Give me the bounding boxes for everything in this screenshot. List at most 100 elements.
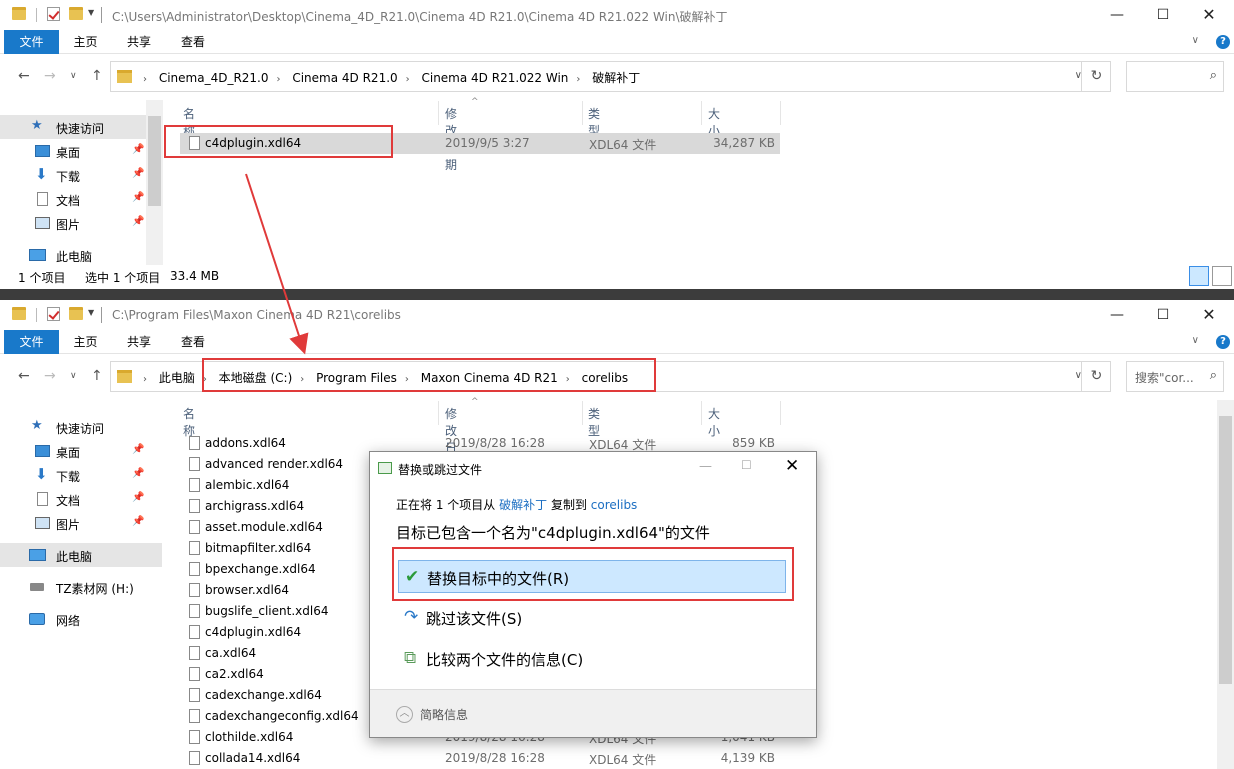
sidebar-item-quick-access[interactable]: ★ 快速访问 — [0, 115, 146, 139]
minimize-button[interactable]: — — [1094, 2, 1140, 28]
up-button[interactable]: ↑ — [91, 68, 103, 84]
destination-folder-link[interactable]: corelibs — [591, 498, 638, 512]
help-icon[interactable]: ? — [1216, 35, 1230, 49]
pin-icon[interactable]: 📌 — [132, 216, 144, 227]
minimize-button[interactable]: — — [1094, 302, 1140, 328]
large-icons-view-button[interactable] — [1212, 266, 1232, 286]
search-input[interactable]: 搜索"cor... ⌕ — [1126, 361, 1224, 392]
scrollbar-thumb[interactable] — [148, 116, 161, 206]
chevron-down-icon[interactable]: ▼ — [88, 308, 94, 317]
sidebar-item-documents[interactable]: 文档 📌 — [0, 487, 146, 511]
navigation-pane: ★ 快速访问 桌面 📌 ⬇ 下载 📌 文档 📌 图片 📌 此电脑 — [0, 400, 162, 769]
chevron-right-icon[interactable]: › — [277, 74, 281, 85]
divider[interactable] — [780, 401, 781, 425]
sidebar-item-label: 图片 — [56, 218, 81, 232]
tab-view[interactable]: 查看 — [167, 330, 219, 354]
details-view-button[interactable] — [1189, 266, 1209, 286]
sidebar-scrollbar[interactable] — [146, 100, 163, 265]
close-button[interactable]: ✕ — [1186, 302, 1232, 328]
sidebar-item-desktop[interactable]: 桌面 📌 — [0, 439, 146, 463]
sidebar-item-quick-access[interactable]: ★ 快速访问 — [0, 415, 146, 439]
sidebar-item-drive-h[interactable]: TZ素材网 (H:) — [0, 575, 146, 599]
recent-locations-button[interactable]: ∨ — [70, 371, 77, 381]
pin-icon[interactable]: 📌 — [132, 168, 144, 179]
sidebar-item-network[interactable]: 网络 — [0, 607, 146, 631]
forward-button[interactable]: → — [44, 368, 56, 384]
expand-ribbon-icon[interactable]: ∨ — [1192, 335, 1199, 346]
help-icon[interactable]: ? — [1216, 335, 1230, 349]
pin-icon[interactable]: 📌 — [132, 516, 144, 527]
breadcrumb-item[interactable]: Cinema 4D R21.0 — [292, 71, 397, 85]
tab-home[interactable]: 主页 — [63, 330, 108, 354]
refresh-button[interactable]: ↻ — [1081, 61, 1111, 92]
up-button[interactable]: ↑ — [91, 368, 103, 384]
new-folder-icon[interactable] — [69, 307, 83, 320]
properties-icon[interactable] — [47, 7, 60, 21]
address-bar[interactable]: › Cinema_4D_R21.0 › Cinema 4D R21.0 › Cine… — [110, 61, 1111, 92]
tab-share[interactable]: 共享 — [113, 30, 165, 54]
back-button[interactable]: ← — [18, 368, 30, 384]
divider[interactable] — [582, 101, 583, 125]
source-folder-link[interactable]: 破解补丁 — [499, 498, 547, 512]
pin-icon[interactable]: 📌 — [132, 468, 144, 479]
chevron-down-icon[interactable]: ▼ — [88, 8, 94, 17]
maximize-button[interactable]: ☐ — [1140, 302, 1186, 328]
divider[interactable] — [438, 401, 439, 425]
sidebar-item-pictures[interactable]: 图片 📌 — [0, 511, 146, 535]
sidebar-item-desktop[interactable]: 桌面 📌 — [0, 139, 146, 163]
pin-icon[interactable]: 📌 — [132, 192, 144, 203]
breadcrumb-item[interactable]: Cinema_4D_R21.0 — [159, 71, 269, 85]
pictures-icon — [35, 517, 50, 529]
tab-home[interactable]: 主页 — [63, 30, 108, 54]
close-button[interactable]: ✕ — [785, 456, 799, 476]
tab-view[interactable]: 查看 — [167, 30, 219, 54]
chevron-right-icon[interactable]: › — [143, 74, 147, 85]
tab-file[interactable]: 文件 — [4, 30, 59, 54]
properties-icon[interactable] — [47, 307, 60, 321]
divider[interactable] — [701, 401, 702, 425]
forward-button[interactable]: → — [44, 68, 56, 84]
sidebar-item-pictures[interactable]: 图片 📌 — [0, 211, 146, 235]
highlight-box-source-file — [164, 125, 393, 158]
chevron-right-icon[interactable]: › — [143, 374, 147, 385]
recent-locations-button[interactable]: ∨ — [70, 71, 77, 81]
chevron-right-icon[interactable]: › — [576, 74, 580, 85]
sidebar-item-label: 桌面 — [56, 446, 81, 460]
search-input[interactable]: ⌕ — [1126, 61, 1224, 92]
expand-ribbon-icon[interactable]: ∨ — [1192, 35, 1199, 46]
file-list-scrollbar[interactable] — [1217, 400, 1234, 769]
breadcrumb-item[interactable]: 此电脑 — [159, 371, 195, 385]
divider[interactable] — [582, 401, 583, 425]
new-folder-icon[interactable] — [69, 7, 83, 20]
pin-icon[interactable]: 📌 — [132, 144, 144, 155]
minimize-button[interactable]: — — [699, 459, 712, 474]
dialog-heading: 目标已包含一个名为"c4dplugin.xdl64"的文件 — [396, 524, 710, 542]
divider — [36, 308, 37, 322]
sidebar-item-downloads[interactable]: ⬇ 下载 📌 — [0, 463, 146, 487]
divider[interactable] — [701, 101, 702, 125]
sidebar-item-this-pc[interactable]: 此电脑 — [0, 543, 162, 567]
fewer-details-link[interactable]: 简略信息 — [420, 706, 468, 723]
tab-share[interactable]: 共享 — [113, 330, 165, 354]
pin-icon[interactable]: 📌 — [132, 444, 144, 455]
divider[interactable] — [438, 101, 439, 125]
divider[interactable] — [780, 101, 781, 125]
table-row[interactable]: collada14.xdl64 2019/8/28 16:28 XDL64 文件 4,… — [180, 748, 780, 769]
breadcrumb-item[interactable]: 破解补丁 — [592, 71, 640, 85]
maximize-button[interactable]: ☐ — [741, 458, 752, 472]
close-button[interactable]: ✕ — [1186, 2, 1232, 28]
breadcrumb-item[interactable]: Cinema 4D R21.022 Win — [421, 71, 568, 85]
back-button[interactable]: ← — [18, 68, 30, 84]
scrollbar-thumb[interactable] — [1219, 416, 1232, 684]
chevron-right-icon[interactable]: › — [406, 74, 410, 85]
compare-files-option[interactable]: ⧉ 比较两个文件的信息(C) — [398, 642, 786, 675]
pin-icon[interactable]: 📌 — [132, 492, 144, 503]
sidebar-item-this-pc[interactable]: 此电脑 — [0, 243, 146, 267]
sidebar-item-documents[interactable]: 文档 📌 — [0, 187, 146, 211]
skip-file-option[interactable]: ↷ 跳过该文件(S) — [398, 601, 786, 634]
sidebar-item-downloads[interactable]: ⬇ 下载 📌 — [0, 163, 146, 187]
tab-file[interactable]: 文件 — [4, 330, 59, 354]
refresh-button[interactable]: ↻ — [1081, 361, 1111, 392]
chevron-up-icon[interactable]: ︿ — [396, 706, 413, 723]
maximize-button[interactable]: ☐ — [1140, 2, 1186, 28]
